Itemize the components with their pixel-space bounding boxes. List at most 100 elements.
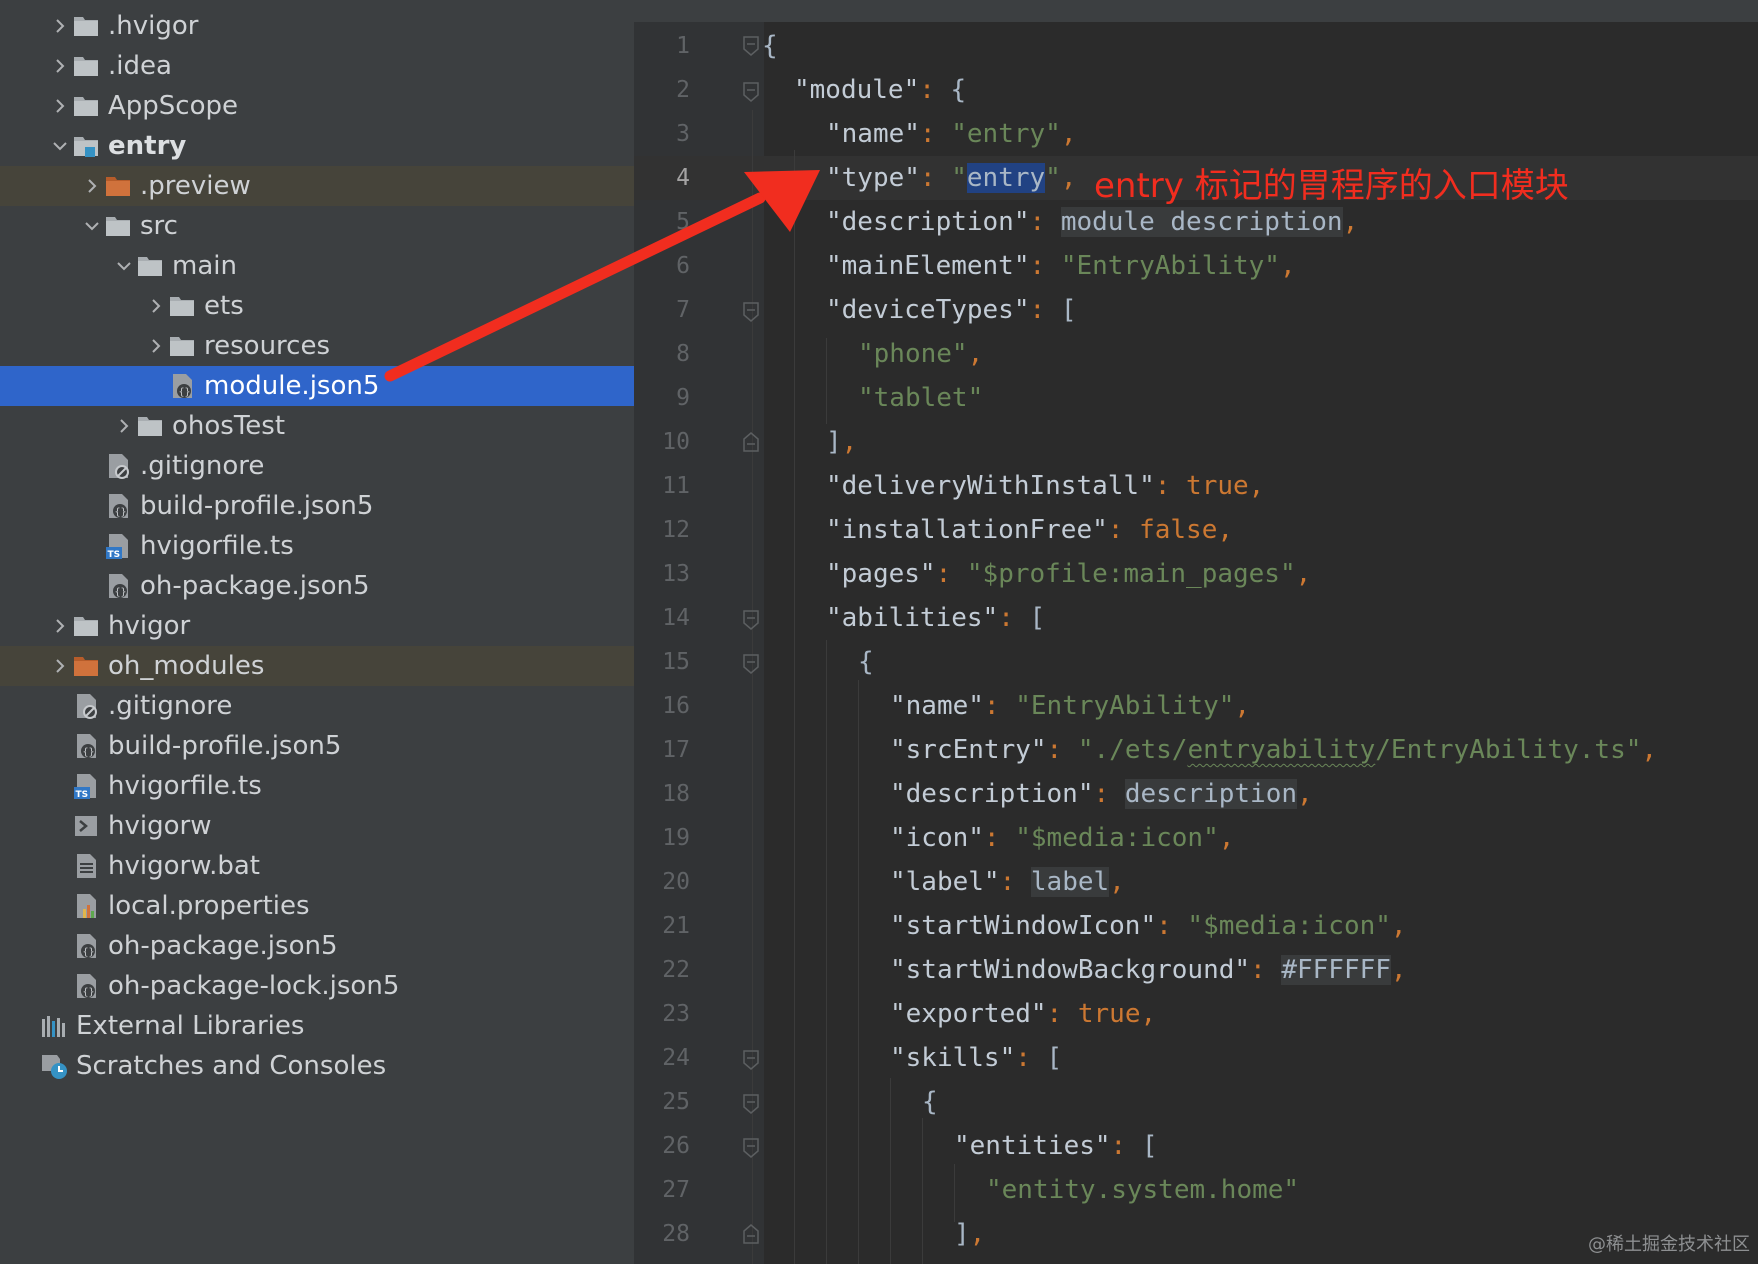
resource-reference[interactable]: label <box>1030 867 1110 897</box>
code-line-24[interactable]: "skills": [ <box>890 1036 1062 1080</box>
code-line-19[interactable]: "icon": "$media:icon", <box>890 816 1234 860</box>
code-line-20[interactable]: "label": label, <box>890 860 1125 904</box>
code-line-28[interactable]: ], <box>954 1212 985 1256</box>
code-line-6[interactable]: "mainElement": "EntryAbility", <box>826 244 1296 288</box>
code-line-16[interactable]: "name": "EntryAbility", <box>890 684 1250 728</box>
tree-item[interactable]: {} build-profile.json5 <box>0 726 634 766</box>
code-line-10[interactable]: ], <box>826 420 857 464</box>
code-line-9[interactable]: "tablet" <box>858 376 983 420</box>
chevron-right-icon[interactable] <box>49 86 71 126</box>
tree-item[interactable]: TS hvigorfile.ts <box>0 766 634 806</box>
tree-item[interactable]: AppScope <box>0 86 634 126</box>
tree-item[interactable]: .idea <box>0 46 634 86</box>
resource-reference[interactable]: #FFFFFF <box>1281 955 1391 985</box>
fold-open-icon[interactable] <box>741 82 761 102</box>
fold-open-icon[interactable] <box>741 1138 761 1158</box>
chevron-down-icon[interactable] <box>81 206 103 246</box>
tree-item[interactable]: hvigorw <box>0 806 634 846</box>
chevron-down-icon[interactable] <box>113 246 135 286</box>
json-string: "tablet" <box>858 383 984 413</box>
code-line-13[interactable]: "pages": "$profile:main_pages", <box>826 552 1311 596</box>
chevron-right-icon[interactable] <box>81 166 103 206</box>
tree-item[interactable]: {} build-profile.json5 <box>0 486 634 526</box>
code-line-4[interactable]: "type": "entry", <box>826 156 1076 200</box>
tree-item[interactable]: hvigor <box>0 606 634 646</box>
tree-item-label: build-profile.json5 <box>140 491 374 521</box>
tree-item[interactable]: src <box>0 206 634 246</box>
tree-item[interactable]: TS hvigorfile.ts <box>0 526 634 566</box>
svg-text:{}: {} <box>83 747 95 758</box>
excluded-folder-icon <box>71 651 101 681</box>
code-line-1[interactable]: { <box>762 24 778 68</box>
tree-item[interactable]: .gitignore <box>0 686 634 726</box>
code-line-27[interactable]: "entity.system.home" <box>986 1168 1299 1212</box>
fold-open-icon[interactable] <box>741 1050 761 1070</box>
fold-open-icon[interactable] <box>741 610 761 630</box>
chevron-right-icon[interactable] <box>145 286 167 326</box>
shell-script-icon <box>71 811 101 841</box>
tree-item[interactable]: resources <box>0 326 634 366</box>
fold-open-icon[interactable] <box>741 302 761 322</box>
chevron-right-icon[interactable] <box>49 646 71 686</box>
tree-item[interactable]: {} oh-package-lock.json5 <box>0 966 634 1006</box>
code-line-17[interactable]: "srcEntry": "./ets/entryability/EntryAbi… <box>890 728 1657 772</box>
tree-item[interactable]: local.properties <box>0 886 634 926</box>
chevron-right-icon[interactable] <box>49 606 71 646</box>
selected-text[interactable]: entry <box>966 163 1046 193</box>
code-line-21[interactable]: "startWindowIcon": "$media:icon", <box>890 904 1407 948</box>
chevron-right-icon[interactable] <box>49 46 71 86</box>
tree-item[interactable]: .preview <box>0 166 634 206</box>
code-line-11[interactable]: "deliveryWithInstall": true, <box>826 464 1264 508</box>
code-line-8[interactable]: "phone", <box>858 332 983 376</box>
resource-reference[interactable]: description <box>1124 779 1297 809</box>
tree-item-label: .idea <box>108 51 172 81</box>
tree-item[interactable]: {} oh-package.json5 <box>0 926 634 966</box>
tree-item-label: External Libraries <box>76 1011 305 1041</box>
tree-item[interactable]: .gitignore <box>0 446 634 486</box>
tree-item-label: Scratches and Consoles <box>76 1051 387 1081</box>
code-line-25[interactable]: { <box>922 1080 938 1124</box>
tree-item[interactable]: ets <box>0 286 634 326</box>
tree-item[interactable]: entry <box>0 126 634 166</box>
tree-item[interactable]: main <box>0 246 634 286</box>
spellcheck-underlined-word[interactable]: entryability <box>1187 735 1375 765</box>
tree-item[interactable]: {} module.json5 <box>0 366 634 406</box>
code-line-18[interactable]: "description": description, <box>890 772 1313 816</box>
brace: { <box>922 1087 938 1117</box>
resource-reference[interactable]: module description <box>1060 207 1343 237</box>
tree-item[interactable]: hvigorw.bat <box>0 846 634 886</box>
code-line-23[interactable]: "exported": true, <box>890 992 1156 1036</box>
code-line-14[interactable]: "abilities": [ <box>826 596 1045 640</box>
fold-open-icon[interactable] <box>741 654 761 674</box>
fold-open-icon[interactable] <box>741 36 761 56</box>
tree-item[interactable]: ohosTest <box>0 406 634 446</box>
code-line-12[interactable]: "installationFree": false, <box>826 508 1233 552</box>
bracket: ] <box>826 427 842 457</box>
tree-item[interactable]: External Libraries <box>0 1006 634 1046</box>
fold-open-icon[interactable] <box>741 1094 761 1114</box>
tree-item[interactable]: oh_modules <box>0 646 634 686</box>
code-line-26[interactable]: "entities": [ <box>954 1124 1158 1168</box>
chevron-right-icon[interactable] <box>113 406 135 446</box>
code-line-15[interactable]: { <box>858 640 874 684</box>
tree-item[interactable]: .hvigor <box>0 6 634 46</box>
code-line-3[interactable]: "name": "entry", <box>826 112 1076 156</box>
colon: : <box>1154 471 1187 501</box>
code-line-2[interactable]: "module": { <box>794 68 966 112</box>
tree-item[interactable]: {} oh-package.json5 <box>0 566 634 606</box>
line-number: 15 <box>662 649 690 675</box>
code-line-7[interactable]: "deviceTypes": [ <box>826 288 1076 332</box>
chevron-right-icon[interactable] <box>49 6 71 46</box>
tree-item[interactable]: Scratches and Consoles <box>0 1046 634 1086</box>
chevron-right-icon[interactable] <box>145 326 167 366</box>
fold-close-icon[interactable] <box>741 432 761 452</box>
folder-icon <box>135 411 165 441</box>
folder-icon <box>103 211 133 241</box>
fold-close-icon[interactable] <box>741 1224 761 1244</box>
json-key: "deliveryWithInstall" <box>826 471 1155 501</box>
chevron-down-icon[interactable] <box>49 126 71 166</box>
code-line-22[interactable]: "startWindowBackground": #FFFFFF, <box>890 948 1407 992</box>
json-string: "$media:icon" <box>1015 823 1219 853</box>
comma: , <box>967 339 984 369</box>
